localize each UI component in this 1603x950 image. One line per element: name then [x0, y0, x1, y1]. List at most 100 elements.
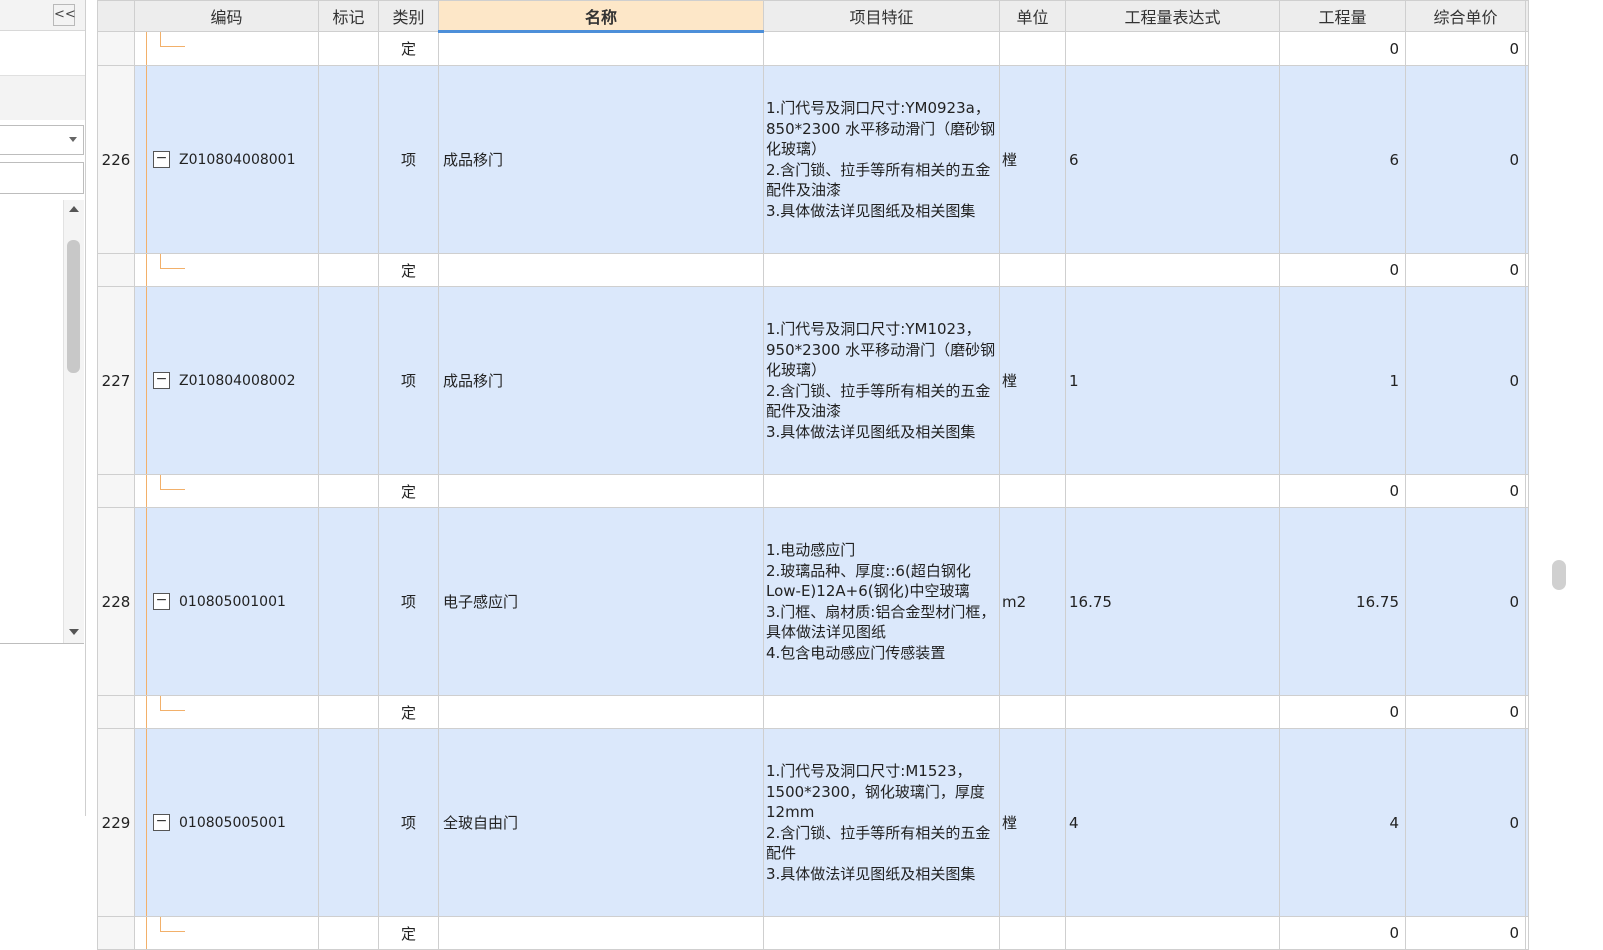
left-scroll-thumb[interactable]	[67, 240, 80, 373]
expr-cell[interactable]	[1065, 253, 1280, 287]
code-cell[interactable]	[134, 474, 319, 508]
features-cell[interactable]	[763, 916, 1000, 950]
unit-cell[interactable]	[999, 31, 1066, 66]
name-cell[interactable]	[438, 31, 764, 66]
code-cell[interactable]	[134, 916, 319, 950]
expr-cell[interactable]	[1065, 31, 1280, 66]
expr-cell[interactable]	[1065, 474, 1280, 508]
code-cell[interactable]	[134, 31, 319, 66]
minus-box-icon[interactable]: −	[153, 592, 170, 610]
expr-cell[interactable]: 16.75	[1065, 507, 1280, 696]
name-cell[interactable]: 成品移门	[438, 286, 764, 475]
name-cell[interactable]: 全玻自由门	[438, 728, 764, 917]
minus-box-icon[interactable]: −	[153, 813, 170, 831]
name-cell[interactable]: 成品移门	[438, 65, 764, 254]
qty-cell[interactable]: 16.75	[1279, 507, 1406, 696]
qty-cell[interactable]: 0	[1279, 695, 1406, 729]
code-cell[interactable]: −010805001001	[134, 507, 319, 696]
expr-cell[interactable]: 6	[1065, 65, 1280, 254]
unit-cell[interactable]	[999, 695, 1066, 729]
mark-cell[interactable]	[318, 474, 379, 508]
features-cell[interactable]	[763, 695, 1000, 729]
minus-box-icon[interactable]: −	[153, 150, 170, 168]
qty-cell[interactable]: 0	[1279, 474, 1406, 508]
minus-box-icon[interactable]: −	[153, 371, 170, 389]
type-cell[interactable]: 定	[378, 695, 439, 729]
col-header-unit[interactable]: 单位	[999, 0, 1066, 32]
code-cell[interactable]: − Z010804008001	[134, 65, 319, 254]
price-cell[interactable]: 0	[1405, 728, 1526, 917]
col-header-type[interactable]: 类别	[378, 0, 439, 32]
mark-cell[interactable]	[318, 916, 379, 950]
name-cell[interactable]	[438, 916, 764, 950]
mark-cell[interactable]	[318, 728, 379, 917]
qty-cell[interactable]: 0	[1279, 916, 1406, 950]
price-cell[interactable]: 0	[1405, 65, 1526, 254]
code-cell[interactable]	[134, 695, 319, 729]
table-row[interactable]: 226 − Z010804008001 项 成品移门 1.门代号及洞口尺寸:YM0…	[97, 65, 1529, 254]
grid-scroll-thumb[interactable]	[1552, 560, 1566, 590]
features-cell[interactable]: 1.门代号及洞口尺寸:YM1023，950*2300 水平移动滑门（磨砂钢化玻璃…	[763, 286, 1000, 475]
mark-cell[interactable]	[318, 507, 379, 696]
code-cell[interactable]	[134, 253, 319, 287]
col-header-qty[interactable]: 工程量	[1279, 0, 1406, 32]
type-cell[interactable]: 定	[378, 474, 439, 508]
table-row[interactable]: 定 0 0	[97, 253, 1529, 287]
scroll-up-icon[interactable]	[69, 206, 79, 212]
price-cell[interactable]: 0	[1405, 474, 1526, 508]
qty-cell[interactable]: 0	[1279, 31, 1406, 66]
mark-cell[interactable]	[318, 253, 379, 287]
price-cell[interactable]: 0	[1405, 286, 1526, 475]
type-cell[interactable]: 定	[378, 916, 439, 950]
table-row[interactable]: 定 0 0	[97, 474, 1529, 508]
unit-cell[interactable]: 樘	[999, 286, 1066, 475]
mark-cell[interactable]	[318, 65, 379, 254]
price-cell[interactable]: 0	[1405, 31, 1526, 66]
table-row[interactable]: 定 0 0	[97, 31, 1529, 66]
unit-cell[interactable]: m2	[999, 507, 1066, 696]
col-header-name[interactable]: 名称	[438, 0, 764, 33]
qty-cell[interactable]: 1	[1279, 286, 1406, 475]
expr-cell[interactable]: 1	[1065, 286, 1280, 475]
table-row[interactable]: 227 − Z010804008002 项 成品移门 1.门代号及洞口尺寸:YM1…	[97, 286, 1529, 475]
search-input[interactable]	[0, 162, 84, 194]
filter-select[interactable]	[0, 125, 84, 155]
table-row[interactable]: 229 −010805005001 项 全玻自由门 1.门代号及洞口尺寸:M15…	[97, 728, 1529, 917]
scroll-down-icon[interactable]	[69, 629, 79, 635]
price-cell[interactable]: 0	[1405, 916, 1526, 950]
grid-vertical-scrollbar[interactable]	[1549, 0, 1569, 816]
expr-cell[interactable]	[1065, 916, 1280, 950]
col-header-features[interactable]: 项目特征	[763, 0, 1000, 32]
price-cell[interactable]: 0	[1405, 695, 1526, 729]
qty-cell[interactable]: 6	[1279, 65, 1406, 254]
price-cell[interactable]: 0	[1405, 507, 1526, 696]
name-cell[interactable]: 电子感应门	[438, 507, 764, 696]
table-row[interactable]: 定 0 0	[97, 695, 1529, 729]
type-cell[interactable]: 定	[378, 31, 439, 66]
features-cell[interactable]	[763, 253, 1000, 287]
features-cell[interactable]	[763, 31, 1000, 66]
name-cell[interactable]	[438, 253, 764, 287]
features-cell[interactable]: 1.电动感应门 2.玻璃品种、厚度::6(超白钢化Low-E)12A+6(钢化)…	[763, 507, 1000, 696]
features-cell[interactable]: 1.门代号及洞口尺寸:M1523，1500*2300，钢化玻璃门，厚度12mm …	[763, 728, 1000, 917]
type-cell[interactable]: 项	[378, 65, 439, 254]
col-header-code[interactable]: 编码	[134, 0, 319, 32]
unit-cell[interactable]: 樘	[999, 728, 1066, 917]
type-cell[interactable]: 项	[378, 507, 439, 696]
expr-cell[interactable]: 4	[1065, 728, 1280, 917]
price-cell[interactable]: 0	[1405, 253, 1526, 287]
qty-cell[interactable]: 0	[1279, 253, 1406, 287]
left-scrollbar[interactable]	[63, 200, 84, 643]
type-cell[interactable]: 项	[378, 728, 439, 917]
unit-cell[interactable]: 樘	[999, 65, 1066, 254]
mark-cell[interactable]	[318, 286, 379, 475]
features-cell[interactable]: 1.门代号及洞口尺寸:YM0923a，850*2300 水平移动滑门（磨砂钢化玻…	[763, 65, 1000, 254]
type-cell[interactable]: 定	[378, 253, 439, 287]
name-cell[interactable]	[438, 474, 764, 508]
name-cell[interactable]	[438, 695, 764, 729]
col-header-price[interactable]: 综合单价	[1405, 0, 1526, 32]
col-header-mark[interactable]: 标记	[318, 0, 379, 32]
features-cell[interactable]	[763, 474, 1000, 508]
type-cell[interactable]: 项	[378, 286, 439, 475]
mark-cell[interactable]	[318, 31, 379, 66]
